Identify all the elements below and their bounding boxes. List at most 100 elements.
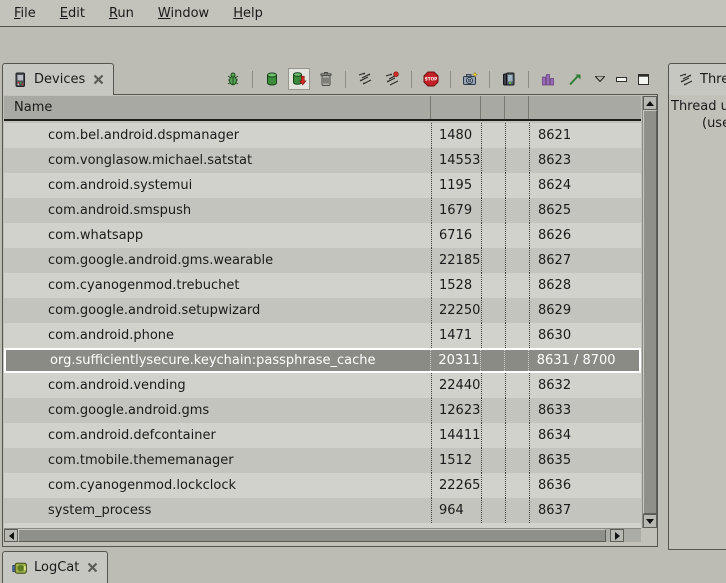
table-row[interactable]: com.android.defcontainer 14411 8634 <box>4 423 641 448</box>
process-name: system_process <box>4 498 431 523</box>
minimize-icon[interactable] <box>613 68 630 90</box>
process-name: com.tmobile.thememanager <box>4 448 431 473</box>
tab-devices-label: Devices <box>34 72 85 87</box>
table-row[interactable]: com.cyanogenmod.trebuchet 1528 8628 <box>4 273 641 298</box>
close-icon[interactable] <box>87 562 98 573</box>
empty-cell <box>505 323 529 348</box>
start-method-profiling-icon[interactable] <box>381 68 403 90</box>
empty-cell <box>481 248 505 273</box>
vertical-scrollbar-thumb[interactable] <box>643 110 657 514</box>
scroll-down-button[interactable] <box>643 514 657 528</box>
process-name: com.google.android.gms <box>4 398 431 423</box>
column-header-empty1[interactable] <box>481 96 505 119</box>
menu-help[interactable]: Help <box>221 2 275 25</box>
empty-cell <box>505 223 529 248</box>
table-row[interactable]: com.tmobile.thememanager 1512 8635 <box>4 448 641 473</box>
view-menu-icon[interactable] <box>591 68 608 90</box>
screen-capture-icon[interactable] <box>459 68 481 90</box>
threads-icon <box>678 72 694 88</box>
table-row[interactable]: com.cyanogenmod.lockclock 22265 8636 <box>4 473 641 498</box>
update-threads-icon[interactable] <box>354 68 376 90</box>
process-port: 8635 <box>529 448 641 473</box>
phone-icon <box>12 72 28 88</box>
debug-icon[interactable] <box>222 68 244 90</box>
cause-gc-icon[interactable] <box>315 68 337 90</box>
scroll-up-button[interactable] <box>643 96 657 110</box>
table-row[interactable]: com.whatsapp 6716 8626 <box>4 223 641 248</box>
process-port: 8630 <box>529 323 641 348</box>
empty-cell <box>505 473 529 498</box>
empty-cell <box>505 398 529 423</box>
ui-hierarchy-icon[interactable] <box>498 68 520 90</box>
table-row[interactable]: system_process 964 8637 <box>4 498 641 523</box>
process-pid: 14411 <box>431 423 481 448</box>
scroll-left-button[interactable] <box>4 529 18 542</box>
column-header-port[interactable] <box>529 96 641 119</box>
empty-cell <box>481 223 505 248</box>
horizontal-scrollbar[interactable] <box>4 528 641 542</box>
table-row[interactable]: com.google.android.setupwizard 22250 862… <box>4 298 641 323</box>
empty-cell <box>505 448 529 473</box>
table-row[interactable]: com.vonglasow.michael.satstat 14553 8623 <box>4 148 641 173</box>
empty-cell <box>481 423 505 448</box>
start-tracing-icon[interactable] <box>564 68 586 90</box>
devices-panel: Devices <box>2 62 658 547</box>
table-row[interactable]: com.android.smspush 1679 8625 <box>4 198 641 223</box>
process-pid: 22265 <box>431 473 481 498</box>
toolbar-separator <box>411 71 412 88</box>
menu-run[interactable]: Run <box>97 2 146 25</box>
vertical-scrollbar[interactable] <box>642 96 656 528</box>
horizontal-scrollbar-thumb[interactable] <box>18 529 606 542</box>
update-heap-icon[interactable] <box>261 68 283 90</box>
process-pid: 1471 <box>431 323 481 348</box>
table-row[interactable]: com.google.android.gms.wearable 22185 86… <box>4 248 641 273</box>
empty-cell <box>481 123 505 148</box>
process-port: 8623 <box>529 148 641 173</box>
tab-devices[interactable]: Devices <box>2 63 114 95</box>
column-header-name[interactable]: Name <box>4 96 431 119</box>
process-port: 8627 <box>529 248 641 273</box>
tab-threads[interactable]: Threads <box>668 63 726 95</box>
menu-window[interactable]: Window <box>146 2 221 25</box>
toolbar-separator <box>489 71 490 88</box>
empty-cell <box>504 350 528 371</box>
column-header-empty2[interactable] <box>505 96 529 119</box>
process-pid: 20311 <box>430 350 480 371</box>
maximize-icon[interactable] <box>635 68 652 90</box>
table-row[interactable]: com.android.vending 22440 8632 <box>4 373 641 398</box>
table-row[interactable]: com.google.android.gms 12623 8633 <box>4 398 641 423</box>
process-name: com.whatsapp <box>4 223 431 248</box>
device-process-rows: com.bel.android.dspmanager 1480 8621 com… <box>4 123 641 523</box>
process-name: com.android.systemui <box>4 173 431 198</box>
process-port: 8629 <box>529 298 641 323</box>
threads-content: Thread updates not enabled for selected … <box>668 94 726 550</box>
close-icon[interactable] <box>93 74 104 85</box>
tab-logcat[interactable]: LogCat <box>2 551 108 583</box>
stop-process-icon[interactable]: STOP <box>420 68 442 90</box>
column-header-pid[interactable] <box>431 96 481 119</box>
process-pid: 1512 <box>431 448 481 473</box>
menu-file[interactable]: File <box>2 2 48 25</box>
dump-hprof-icon[interactable] <box>288 68 310 90</box>
process-port: 8624 <box>529 173 641 198</box>
svg-text:STOP: STOP <box>425 77 438 82</box>
threads-message-line2: (use toolbar button to enable) <box>671 115 726 132</box>
table-row[interactable]: org.sufficientlysecure.keychain:passphra… <box>4 348 641 373</box>
process-name: com.vonglasow.michael.satstat <box>4 148 431 173</box>
devices-tabrow: Devices <box>2 62 658 95</box>
table-row[interactable]: com.android.systemui 1195 8624 <box>4 173 641 198</box>
empty-cell <box>481 398 505 423</box>
profiling-bars-icon[interactable] <box>537 68 559 90</box>
table-row[interactable]: com.android.phone 1471 8630 <box>4 323 641 348</box>
threads-message-line1: Thread updates not enabled for selected … <box>671 98 726 115</box>
table-row[interactable]: com.bel.android.dspmanager 1480 8621 <box>4 123 641 148</box>
toolbar-separator <box>252 71 253 88</box>
process-name: com.cyanogenmod.trebuchet <box>4 273 431 298</box>
devices-toolbar: STOP <box>222 67 652 91</box>
process-name: com.google.android.setupwizard <box>4 298 431 323</box>
scroll-right-button[interactable] <box>610 529 624 542</box>
empty-cell <box>481 448 505 473</box>
menu-edit[interactable]: Edit <box>48 2 97 25</box>
process-port: 8621 <box>529 123 641 148</box>
empty-cell <box>505 173 529 198</box>
